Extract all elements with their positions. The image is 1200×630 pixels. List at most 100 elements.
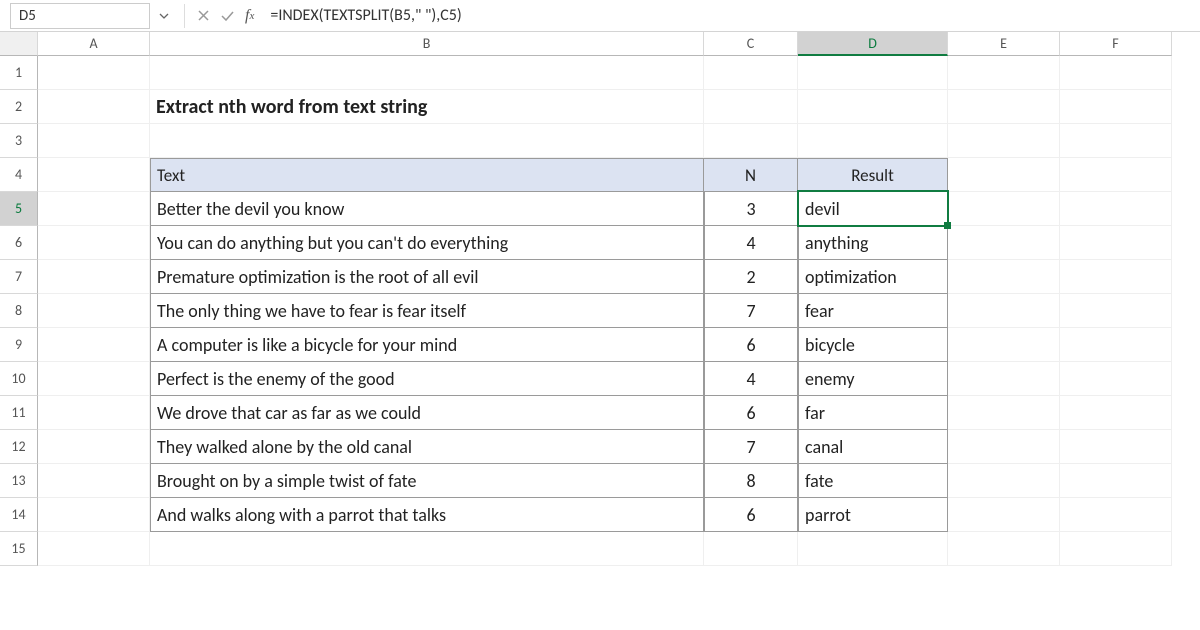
cell-f12[interactable]: [1060, 430, 1172, 464]
row-header-9[interactable]: 9: [0, 328, 38, 362]
cell-c10[interactable]: 4: [704, 362, 798, 396]
cell-c6[interactable]: 4: [704, 226, 798, 260]
cell-a11[interactable]: [38, 396, 150, 430]
cell-e5[interactable]: [948, 192, 1060, 226]
cell-d7[interactable]: optimization: [798, 260, 948, 294]
cell-d2[interactable]: [798, 90, 948, 124]
cell-a5[interactable]: [38, 192, 150, 226]
cell-c11[interactable]: 6: [704, 396, 798, 430]
cell-e10[interactable]: [948, 362, 1060, 396]
row-header-4[interactable]: 4: [0, 158, 38, 192]
cell-d13[interactable]: fate: [798, 464, 948, 498]
cell-c7[interactable]: 2: [704, 260, 798, 294]
cell-a8[interactable]: [38, 294, 150, 328]
cell-b10[interactable]: Perfect is the enemy of the good: [150, 362, 704, 396]
cell-e8[interactable]: [948, 294, 1060, 328]
cell-f15[interactable]: [1060, 532, 1172, 566]
cell-c1[interactable]: [704, 56, 798, 90]
name-box-dropdown[interactable]: [150, 2, 178, 30]
enter-button[interactable]: [220, 9, 235, 22]
cell-d3[interactable]: [798, 124, 948, 158]
cell-a12[interactable]: [38, 430, 150, 464]
col-header-f[interactable]: F: [1060, 32, 1172, 56]
cell-c8[interactable]: 7: [704, 294, 798, 328]
col-header-c[interactable]: C: [704, 32, 798, 56]
cell-a6[interactable]: [38, 226, 150, 260]
cell-a9[interactable]: [38, 328, 150, 362]
cell-b2[interactable]: Extract nth word from text string: [150, 90, 704, 124]
cell-b11[interactable]: We drove that car as far as we could: [150, 396, 704, 430]
cell-c15[interactable]: [704, 532, 798, 566]
cell-d14[interactable]: parrot: [798, 498, 948, 532]
col-header-e[interactable]: E: [948, 32, 1060, 56]
row-header-8[interactable]: 8: [0, 294, 38, 328]
cell-b1[interactable]: [150, 56, 704, 90]
cell-d5[interactable]: devil: [798, 192, 948, 226]
cell-f4[interactable]: [1060, 158, 1172, 192]
cell-a3[interactable]: [38, 124, 150, 158]
cell-d9[interactable]: bicycle: [798, 328, 948, 362]
cell-b8[interactable]: The only thing we have to fear is fear i…: [150, 294, 704, 328]
cell-e15[interactable]: [948, 532, 1060, 566]
row-header-10[interactable]: 10: [0, 362, 38, 396]
cell-a14[interactable]: [38, 498, 150, 532]
cell-c9[interactable]: 6: [704, 328, 798, 362]
cell-e9[interactable]: [948, 328, 1060, 362]
cell-b13[interactable]: Brought on by a simple twist of fate: [150, 464, 704, 498]
row-header-2[interactable]: 2: [0, 90, 38, 124]
formula-input[interactable]: [260, 6, 1200, 25]
row-header-11[interactable]: 11: [0, 396, 38, 430]
cell-c13[interactable]: 8: [704, 464, 798, 498]
cancel-button[interactable]: [197, 9, 210, 22]
cell-d6[interactable]: anything: [798, 226, 948, 260]
cell-e12[interactable]: [948, 430, 1060, 464]
cell-c5[interactable]: 3: [704, 192, 798, 226]
cell-b15[interactable]: [150, 532, 704, 566]
cell-b12[interactable]: They walked alone by the old canal: [150, 430, 704, 464]
row-header-15[interactable]: 15: [0, 532, 38, 566]
cell-f8[interactable]: [1060, 294, 1172, 328]
cell-d4[interactable]: Result: [798, 158, 948, 192]
cell-b14[interactable]: And walks along with a parrot that talks: [150, 498, 704, 532]
col-header-d[interactable]: D: [798, 32, 948, 56]
cell-d15[interactable]: [798, 532, 948, 566]
cell-e13[interactable]: [948, 464, 1060, 498]
cell-d12[interactable]: canal: [798, 430, 948, 464]
cell-b4[interactable]: Text: [150, 158, 704, 192]
cell-b6[interactable]: You can do anything but you can't do eve…: [150, 226, 704, 260]
cell-a15[interactable]: [38, 532, 150, 566]
row-header-14[interactable]: 14: [0, 498, 38, 532]
cell-e7[interactable]: [948, 260, 1060, 294]
cell-c4[interactable]: N: [704, 158, 798, 192]
cell-a2[interactable]: [38, 90, 150, 124]
cell-f2[interactable]: [1060, 90, 1172, 124]
name-box[interactable]: D5: [10, 3, 150, 29]
cell-a7[interactable]: [38, 260, 150, 294]
cell-b5[interactable]: Better the devil you know: [150, 192, 704, 226]
cell-e14[interactable]: [948, 498, 1060, 532]
row-header-5[interactable]: 5: [0, 192, 38, 226]
cell-d8[interactable]: fear: [798, 294, 948, 328]
cell-f7[interactable]: [1060, 260, 1172, 294]
cell-a10[interactable]: [38, 362, 150, 396]
cell-f14[interactable]: [1060, 498, 1172, 532]
cell-f3[interactable]: [1060, 124, 1172, 158]
cell-f10[interactable]: [1060, 362, 1172, 396]
row-header-1[interactable]: 1: [0, 56, 38, 90]
cell-f13[interactable]: [1060, 464, 1172, 498]
cell-a13[interactable]: [38, 464, 150, 498]
cell-c14[interactable]: 6: [704, 498, 798, 532]
cell-d1[interactable]: [798, 56, 948, 90]
cell-b9[interactable]: A computer is like a bicycle for your mi…: [150, 328, 704, 362]
cell-f5[interactable]: [1060, 192, 1172, 226]
cell-e11[interactable]: [948, 396, 1060, 430]
cell-e3[interactable]: [948, 124, 1060, 158]
col-header-a[interactable]: A: [38, 32, 150, 56]
cell-b3[interactable]: [150, 124, 704, 158]
cell-e2[interactable]: [948, 90, 1060, 124]
cell-a1[interactable]: [38, 56, 150, 90]
cell-a4[interactable]: [38, 158, 150, 192]
cell-e4[interactable]: [948, 158, 1060, 192]
cell-c3[interactable]: [704, 124, 798, 158]
row-header-6[interactable]: 6: [0, 226, 38, 260]
